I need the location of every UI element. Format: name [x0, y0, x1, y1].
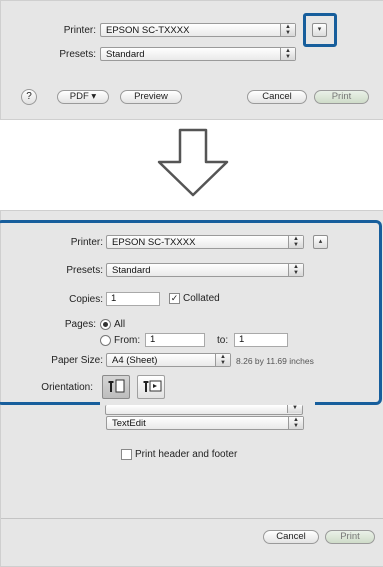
help-button[interactable]: ? [21, 89, 37, 105]
cancel-button[interactable]: Cancel [247, 90, 307, 104]
expand-details-button[interactable]: ▾ [312, 23, 327, 37]
top-print-dialog: Printer: EPSON SC-TXXXX ▲ ▼ Presets: Stan… [0, 0, 383, 120]
presets-value: Standard [106, 49, 145, 60]
divider [1, 518, 383, 519]
printer-popup[interactable]: EPSON SC-TXXXX ▲ ▼ [100, 23, 296, 37]
popup-arrows-icon: ▲ ▼ [280, 24, 295, 36]
preview-label: Preview [134, 91, 168, 102]
presets-popup[interactable]: Standard ▲ ▼ [100, 47, 296, 61]
cancel-button[interactable]: Cancel [263, 530, 319, 544]
help-icon: ? [26, 91, 32, 102]
popup-arrows-icon: ▲ ▼ [280, 48, 295, 60]
popup-arrows-icon: ▼ [287, 405, 302, 413]
print-header-footer-label: Print header and footer [135, 449, 238, 460]
preview-button[interactable]: Preview [120, 90, 182, 104]
pdf-menu-label: PDF ▾ [69, 91, 97, 102]
down-arrow-icon [157, 128, 229, 197]
app-options-popup[interactable]: TextEdit ▲ ▼ [106, 416, 304, 430]
app-options-value: TextEdit [112, 418, 146, 429]
print-button[interactable]: Print [325, 530, 375, 544]
popup-arrows-icon: ▲ ▼ [288, 417, 303, 429]
pdf-menu-button[interactable]: PDF ▾ [57, 90, 109, 104]
cancel-label: Cancel [276, 531, 306, 542]
printer-value: EPSON SC-TXXXX [106, 25, 190, 36]
app-options-popup-visible[interactable]: ▼ [105, 405, 303, 415]
presets-label: Presets: [59, 49, 96, 60]
printer-label: Printer: [63, 25, 96, 36]
print-button[interactable]: Print [314, 90, 369, 104]
print-label: Print [331, 91, 352, 102]
print-label: Print [340, 531, 360, 542]
chevron-down-icon: ▾ [317, 26, 322, 33]
cancel-label: Cancel [262, 91, 292, 102]
expanded-options-highlight [0, 220, 382, 405]
print-header-footer-checkbox[interactable] [121, 449, 132, 460]
